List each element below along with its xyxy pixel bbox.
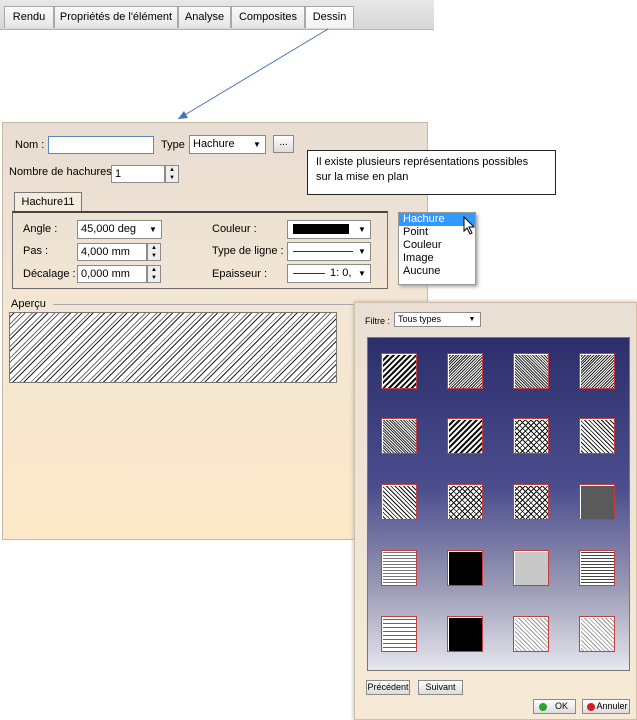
pattern-swatch[interactable] xyxy=(381,353,417,389)
pattern-swatch[interactable] xyxy=(579,418,615,454)
hatch-preview xyxy=(9,312,337,383)
pattern-chooser-dialog: Filtre : Tous types ▼ Précédent Suivant … xyxy=(354,302,637,720)
chevron-down-icon: ▼ xyxy=(358,225,366,234)
pattern-swatch[interactable] xyxy=(579,616,615,652)
pattern-swatch[interactable] xyxy=(579,550,615,586)
suivant-button[interactable]: Suivant xyxy=(418,680,463,695)
angle-select[interactable]: 45,000 deg ▼ xyxy=(77,220,162,239)
pattern-swatch[interactable] xyxy=(381,616,417,652)
filtre-value: Tous types xyxy=(398,314,442,324)
hatch-settings-group: Angle : 45,000 deg ▼ Pas : 4,000 mm ▲ ▼ D… xyxy=(12,211,388,289)
pattern-grid xyxy=(367,337,630,671)
pattern-swatch[interactable] xyxy=(579,353,615,389)
tab-hachure11[interactable]: Hachure11 xyxy=(14,192,82,212)
nom-label: Nom : xyxy=(15,139,45,151)
tab-analyse[interactable]: Analyse xyxy=(178,6,231,28)
couleur-select[interactable]: ▼ xyxy=(287,220,371,239)
callout-line-2: sur la mise en plan xyxy=(316,171,409,183)
decalage-label: Décalage : xyxy=(23,268,76,280)
pattern-swatch[interactable] xyxy=(381,418,417,454)
nb-hachures-label: Nombre de hachures : xyxy=(9,166,118,178)
pattern-swatch[interactable] xyxy=(513,550,549,586)
line-sample xyxy=(293,251,353,252)
nom-input[interactable] xyxy=(48,136,154,154)
chevron-down-icon: ▼ xyxy=(358,247,366,256)
epaisseur-label: Epaisseur : xyxy=(212,268,268,280)
precedent-button[interactable]: Précédent xyxy=(366,680,410,695)
pas-label: Pas : xyxy=(23,245,49,257)
pattern-swatch[interactable] xyxy=(513,484,549,520)
decalage-spinner[interactable]: ▲ ▼ xyxy=(147,265,161,283)
type-ligne-select[interactable]: ▼ xyxy=(287,242,371,261)
callout-line-1: Il existe plusieurs représentations poss… xyxy=(316,156,529,168)
filtre-label: Filtre : xyxy=(365,316,391,326)
pattern-swatch[interactable] xyxy=(447,418,483,454)
nb-hachures-input[interactable]: 1 xyxy=(111,165,165,183)
cancel-icon xyxy=(587,703,595,711)
annuler-button[interactable]: Annuler xyxy=(582,699,630,714)
pattern-swatch[interactable] xyxy=(513,616,549,652)
tab-dessin[interactable]: Dessin xyxy=(305,6,354,28)
tab-proprietes[interactable]: Propriétés de l'élément xyxy=(54,6,178,28)
pas-spinner[interactable]: ▲ ▼ xyxy=(147,243,161,261)
tab-composites[interactable]: Composites xyxy=(231,6,305,28)
filtre-select[interactable]: Tous types ▼ xyxy=(394,312,481,327)
apercu-label: Aperçu xyxy=(11,298,46,310)
type-label: Type : xyxy=(161,139,191,151)
pattern-swatch[interactable] xyxy=(447,353,483,389)
thickness-sample xyxy=(293,273,325,274)
type-ligne-label: Type de ligne : xyxy=(212,245,284,257)
epaisseur-value: 1: 0, xyxy=(330,267,352,279)
option-couleur[interactable]: Couleur xyxy=(399,239,475,252)
pattern-swatch[interactable] xyxy=(447,550,483,586)
couleur-label: Couleur : xyxy=(212,223,257,235)
decalage-input[interactable]: 0,000 mm xyxy=(77,265,147,283)
pattern-swatch[interactable] xyxy=(513,418,549,454)
ok-icon xyxy=(539,703,547,711)
pattern-swatch[interactable] xyxy=(513,353,549,389)
browse-button[interactable]: ... xyxy=(273,135,294,153)
angle-value: 45,000 deg xyxy=(81,223,137,235)
tab-rendu[interactable]: Rendu xyxy=(4,6,54,28)
pas-input[interactable]: 4,000 mm xyxy=(77,243,147,261)
pattern-swatch[interactable] xyxy=(381,484,417,520)
pattern-swatch[interactable] xyxy=(579,484,615,520)
option-aucune[interactable]: Aucune xyxy=(399,265,475,278)
chevron-down-icon: ▼ xyxy=(253,140,261,149)
chevron-down-icon: ▼ xyxy=(468,316,476,323)
mouse-cursor-icon xyxy=(463,216,476,235)
nb-hachures-spinner[interactable]: ▲ ▼ xyxy=(165,165,179,183)
epaisseur-select[interactable]: 1: 0, ▼ xyxy=(287,264,371,283)
angle-label: Angle : xyxy=(23,223,58,235)
pattern-swatch[interactable] xyxy=(447,616,483,652)
ok-button[interactable]: OK xyxy=(533,699,576,714)
type-value: Hachure xyxy=(193,138,235,150)
pattern-swatch[interactable] xyxy=(447,484,483,520)
option-image[interactable]: Image xyxy=(399,252,475,265)
pattern-swatch[interactable] xyxy=(381,550,417,586)
type-select[interactable]: Hachure ▼ xyxy=(189,135,266,154)
info-callout: Il existe plusieurs représentations poss… xyxy=(307,150,556,195)
chevron-down-icon: ▼ xyxy=(149,225,157,234)
chevron-down-icon: ▼ xyxy=(358,269,366,278)
color-swatch xyxy=(293,224,349,234)
toolbar-tabs: Rendu Propriétés de l'élément Analyse Co… xyxy=(0,0,434,30)
